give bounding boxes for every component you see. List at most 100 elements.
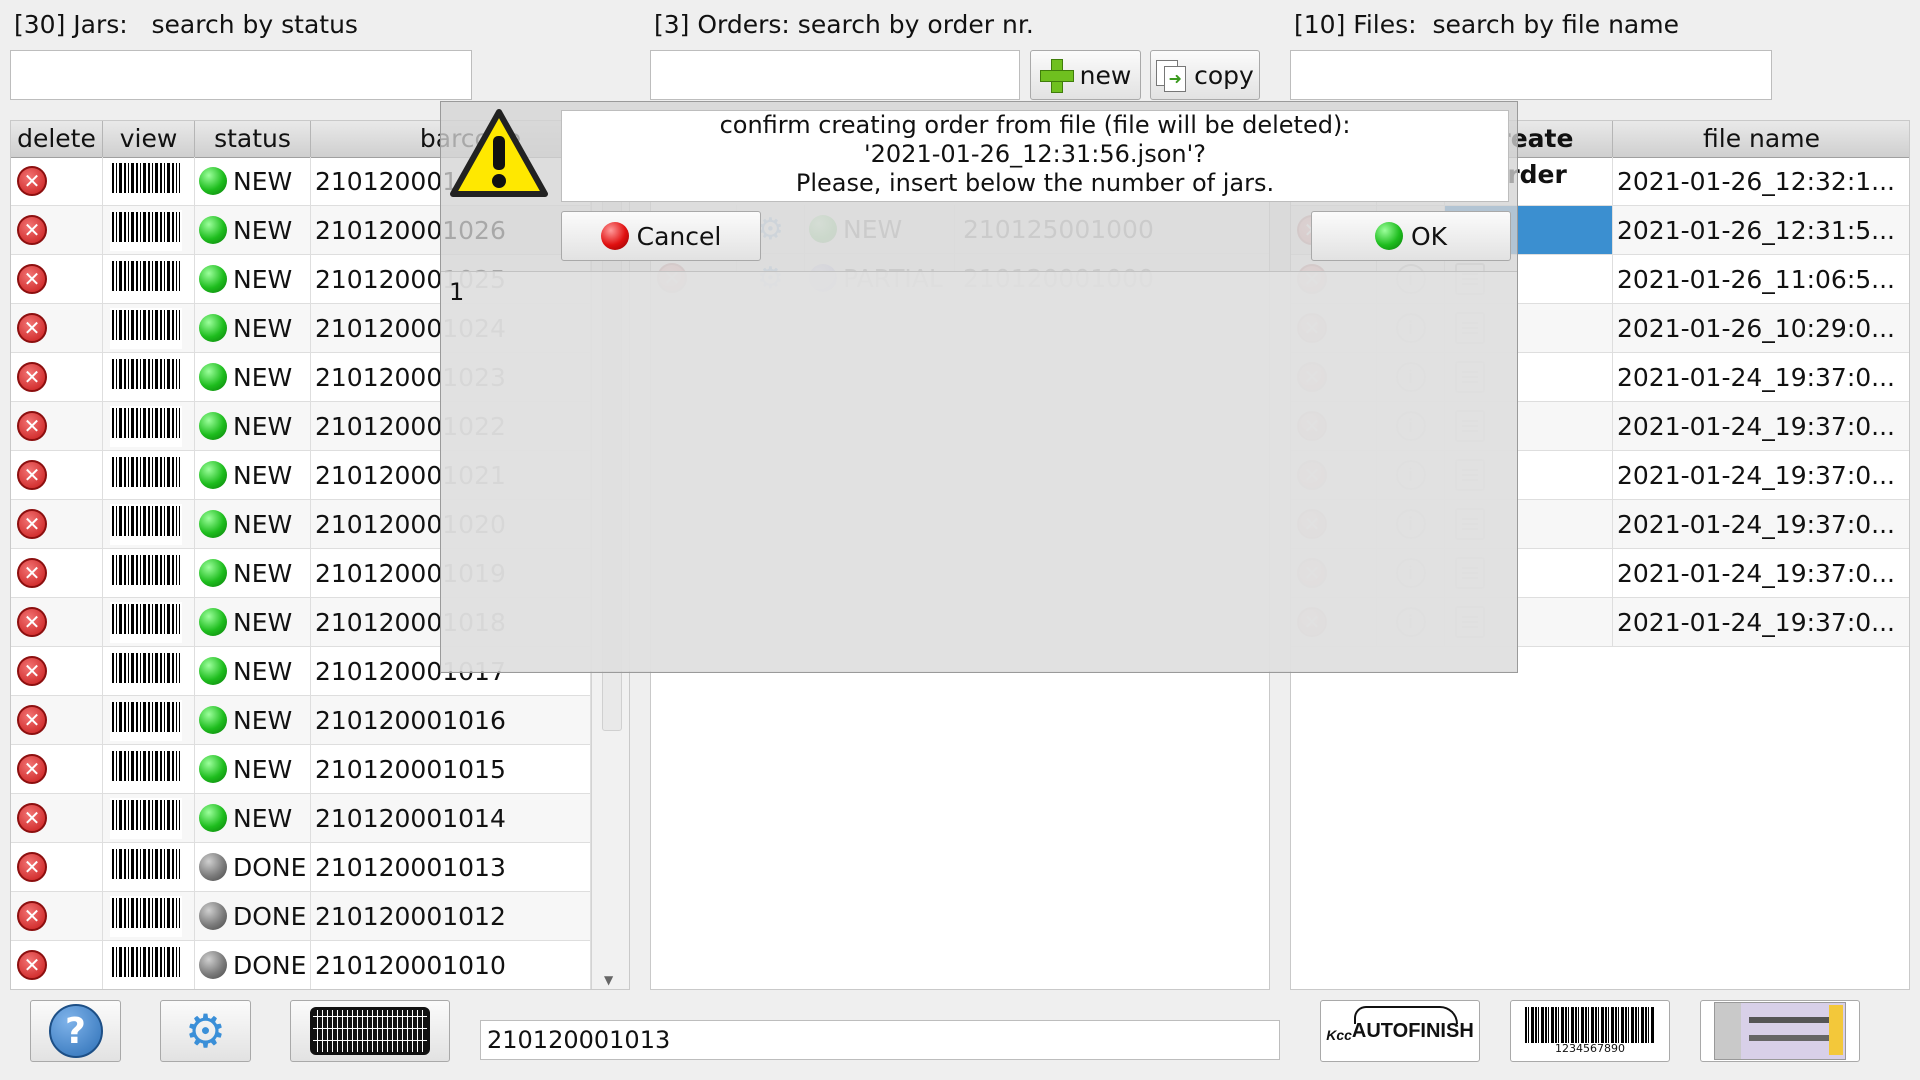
barcode-view-icon[interactable]: [112, 799, 180, 837]
barcode-cell: 210120001010: [311, 941, 591, 989]
delete-icon[interactable]: ✕: [17, 362, 47, 392]
delete-cell[interactable]: ✕: [11, 206, 103, 254]
barcode-view-icon[interactable]: [112, 505, 180, 543]
barcode-view-icon[interactable]: [112, 456, 180, 494]
view-cell[interactable]: [103, 892, 195, 940]
table-row[interactable]: ✕ DONE 210120001012: [11, 892, 591, 941]
delete-icon[interactable]: ✕: [17, 264, 47, 294]
delete-cell[interactable]: ✕: [11, 157, 103, 205]
delete-icon[interactable]: ✕: [17, 509, 47, 539]
table-row[interactable]: ✕ NEW 210120001015: [11, 745, 591, 794]
delete-icon[interactable]: ✕: [17, 705, 47, 735]
cancel-button[interactable]: Cancel: [561, 211, 761, 261]
view-cell[interactable]: [103, 353, 195, 401]
files-search-input[interactable]: [1290, 50, 1772, 100]
col-status[interactable]: status: [195, 121, 311, 157]
status-text: NEW: [233, 264, 293, 294]
delete-cell[interactable]: ✕: [11, 745, 103, 793]
barcode-view-icon[interactable]: [112, 750, 180, 788]
table-row[interactable]: ✕ DONE 210120001013: [11, 843, 591, 892]
machine-image-button[interactable]: [1700, 1000, 1860, 1062]
file-name-cell: 2021-01-24_19:37:0...: [1613, 598, 1909, 646]
delete-icon[interactable]: ✕: [17, 901, 47, 931]
col-file-name[interactable]: file name: [1613, 121, 1909, 157]
new-order-button[interactable]: new: [1030, 50, 1141, 100]
view-cell[interactable]: [103, 745, 195, 793]
status-cell: NEW: [195, 598, 311, 646]
barcode-view-icon[interactable]: [112, 946, 180, 984]
help-button[interactable]: ?: [30, 1000, 121, 1062]
barcode-view-icon[interactable]: [112, 603, 180, 641]
delete-cell[interactable]: ✕: [11, 451, 103, 499]
ok-button[interactable]: OK: [1311, 211, 1511, 261]
settings-button[interactable]: ⚙: [160, 1000, 251, 1062]
status-text: DONE: [233, 852, 307, 882]
delete-icon[interactable]: ✕: [17, 166, 47, 196]
view-cell[interactable]: [103, 843, 195, 891]
barcode-view-icon[interactable]: [112, 897, 180, 935]
barcode-scan-button[interactable]: 1234567890: [1510, 1000, 1670, 1062]
barcode-view-icon[interactable]: [112, 848, 180, 886]
view-cell[interactable]: [103, 451, 195, 499]
view-cell[interactable]: [103, 794, 195, 842]
delete-cell[interactable]: ✕: [11, 892, 103, 940]
delete-cell[interactable]: ✕: [11, 353, 103, 401]
barcode-view-icon[interactable]: [112, 162, 180, 200]
delete-icon[interactable]: ✕: [17, 607, 47, 637]
barcode-view-icon[interactable]: [112, 260, 180, 298]
delete-cell[interactable]: ✕: [11, 549, 103, 597]
scroll-down-icon[interactable]: ▼: [604, 973, 613, 987]
barcode-view-icon[interactable]: [112, 407, 180, 445]
table-row[interactable]: ✕ NEW 210120001016: [11, 696, 591, 745]
barcode-view-icon[interactable]: [112, 211, 180, 249]
delete-icon[interactable]: ✕: [17, 215, 47, 245]
barcode-view-icon[interactable]: [112, 309, 180, 347]
table-row[interactable]: ✕ DONE 210120001010: [11, 941, 591, 989]
view-cell[interactable]: [103, 402, 195, 450]
delete-cell[interactable]: ✕: [11, 696, 103, 744]
delete-cell[interactable]: ✕: [11, 402, 103, 450]
delete-cell[interactable]: ✕: [11, 941, 103, 989]
view-cell[interactable]: [103, 500, 195, 548]
view-cell[interactable]: [103, 304, 195, 352]
delete-icon[interactable]: ✕: [17, 852, 47, 882]
view-cell[interactable]: [103, 696, 195, 744]
autofinish-logo-button[interactable]: Kcc AUTOFINISH: [1320, 1000, 1480, 1062]
delete-cell[interactable]: ✕: [11, 647, 103, 695]
view-cell[interactable]: [103, 941, 195, 989]
keyboard-button[interactable]: [290, 1000, 450, 1062]
view-cell[interactable]: [103, 157, 195, 205]
view-cell[interactable]: [103, 206, 195, 254]
copy-order-button[interactable]: ➜ copy: [1150, 50, 1260, 100]
status-text: NEW: [233, 166, 293, 196]
barcode-input[interactable]: 210120001013: [480, 1020, 1280, 1060]
delete-cell[interactable]: ✕: [11, 304, 103, 352]
delete-icon[interactable]: ✕: [17, 950, 47, 980]
barcode-view-icon[interactable]: [112, 701, 180, 739]
barcode-view-icon[interactable]: [112, 652, 180, 690]
col-view[interactable]: view: [103, 121, 195, 157]
delete-icon[interactable]: ✕: [17, 754, 47, 784]
view-cell[interactable]: [103, 598, 195, 646]
orders-search-input[interactable]: [650, 50, 1020, 100]
view-cell[interactable]: [103, 549, 195, 597]
delete-icon[interactable]: ✕: [17, 460, 47, 490]
delete-icon[interactable]: ✕: [17, 803, 47, 833]
delete-cell[interactable]: ✕: [11, 794, 103, 842]
barcode-view-icon[interactable]: [112, 554, 180, 592]
barcode-view-icon[interactable]: [112, 358, 180, 396]
delete-icon[interactable]: ✕: [17, 558, 47, 588]
delete-cell[interactable]: ✕: [11, 255, 103, 303]
table-row[interactable]: ✕ NEW 210120001014: [11, 794, 591, 843]
delete-cell[interactable]: ✕: [11, 598, 103, 646]
delete-icon[interactable]: ✕: [17, 313, 47, 343]
view-cell[interactable]: [103, 255, 195, 303]
delete-cell[interactable]: ✕: [11, 843, 103, 891]
delete-icon[interactable]: ✕: [17, 411, 47, 441]
col-delete[interactable]: delete: [11, 121, 103, 157]
jars-search-input[interactable]: [10, 50, 472, 100]
delete-icon[interactable]: ✕: [17, 656, 47, 686]
delete-cell[interactable]: ✕: [11, 500, 103, 548]
view-cell[interactable]: [103, 647, 195, 695]
jars-number-input[interactable]: 1: [441, 271, 1517, 671]
